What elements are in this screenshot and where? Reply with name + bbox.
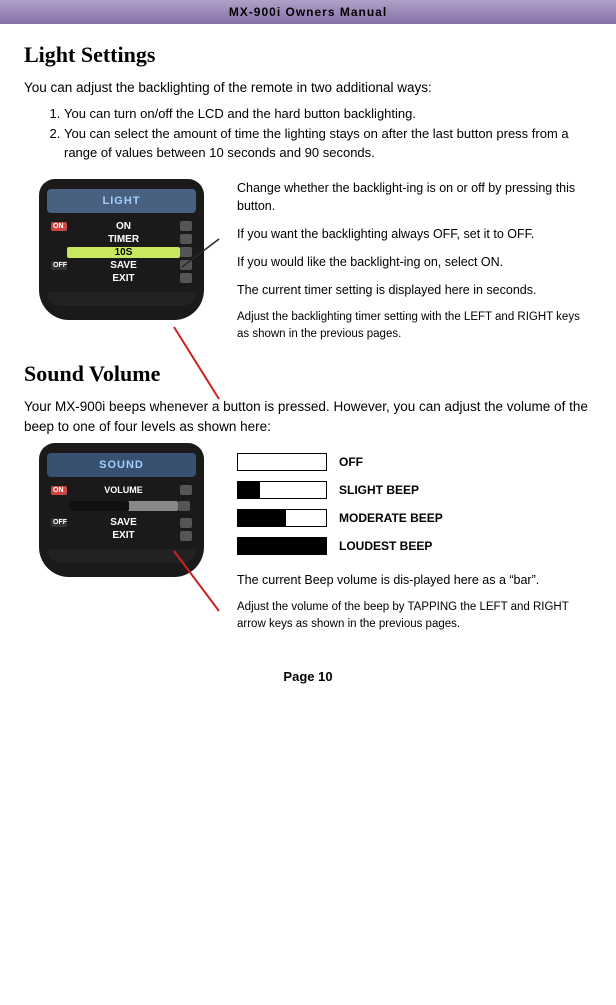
- light-annotations: Change whether the backlight-ing is on o…: [237, 179, 592, 343]
- light-menu-row-exit: EXIT: [47, 273, 196, 284]
- light-remote-device: LIGHT ON ON TIMER 10S: [39, 179, 204, 320]
- light-menu-row-10s: 10S: [47, 247, 196, 258]
- light-menu-row-timer: TIMER: [47, 234, 196, 245]
- light-btn-right-3: [180, 247, 192, 257]
- sound-menu-row-exit: EXIT: [47, 530, 196, 541]
- sound-remote-device: SOUND ON VOLUME OFF: [39, 443, 204, 577]
- volume-fill-moderate: [238, 510, 286, 526]
- light-menu-save: SAVE: [67, 260, 180, 271]
- light-intro-list: You can turn on/off the LCD and the hard…: [64, 104, 592, 163]
- volume-indicators: OFF SLIGHT BEEP MODERATE BEEP: [237, 453, 592, 555]
- light-remote-container: LIGHT ON ON TIMER 10S: [24, 179, 219, 320]
- light-menu-exit: EXIT: [67, 273, 180, 284]
- sound-off-label: OFF: [51, 518, 67, 527]
- page-number: Page 10: [283, 669, 332, 684]
- header-title: MX-900i Owners Manual: [229, 5, 387, 19]
- sound-bar-fill: [69, 501, 129, 511]
- sound-btn-right-exit: [180, 531, 192, 541]
- sound-on-label: ON: [51, 486, 67, 495]
- light-remote-bottom: [47, 292, 196, 306]
- light-settings-title: Light Settings: [24, 42, 592, 68]
- sound-btn-right-save: [180, 518, 192, 528]
- light-screen-label: LIGHT: [47, 195, 196, 207]
- light-menu-10s: 10S: [67, 247, 180, 258]
- light-annotation-5: Adjust the backlighting timer setting wi…: [237, 309, 592, 342]
- light-annotation-1: Change whether the backlight-ing is on o…: [237, 179, 592, 215]
- volume-label-loudest: LOUDEST BEEP: [339, 539, 432, 553]
- sound-screen-label: SOUND: [47, 459, 196, 471]
- volume-row-off: OFF: [237, 453, 592, 471]
- off-side-label: OFF: [51, 261, 67, 270]
- volume-row-loudest: LOUDEST BEEP: [237, 537, 592, 555]
- light-annotation-4: The current timer setting is displayed h…: [237, 281, 592, 299]
- sound-btn-right-vol: [180, 485, 192, 495]
- light-annotation-2: If you want the backlighting always OFF,…: [237, 225, 592, 243]
- sound-bar-row: [47, 499, 196, 513]
- sound-remote-container: SOUND ON VOLUME OFF: [24, 443, 219, 577]
- on-side-label: ON: [51, 222, 67, 231]
- light-menu-row-on: ON ON: [47, 221, 196, 232]
- volume-label-moderate: MODERATE BEEP: [339, 511, 443, 525]
- sound-menu-row-volume: ON VOLUME: [47, 485, 196, 495]
- sound-volume-bar: [69, 501, 178, 511]
- sound-remote-bottom: [47, 549, 196, 563]
- light-section-row: LIGHT ON ON TIMER 10S: [24, 179, 592, 343]
- sound-annotation-1: The current Beep volume is dis-played he…: [237, 571, 592, 589]
- volume-bar-slight: [237, 481, 327, 499]
- light-btn-right-4: [180, 260, 192, 270]
- volume-label-slight: SLIGHT BEEP: [339, 483, 419, 497]
- light-list-item-1: You can turn on/off the LCD and the hard…: [64, 104, 592, 124]
- sound-annotations: The current Beep volume is dis-played he…: [237, 571, 592, 632]
- sound-intro-text: Your MX-900i beeps whenever a button is …: [24, 397, 592, 438]
- sound-menu-volume: VOLUME: [67, 485, 180, 495]
- light-annotation-3: If you would like the backlight-ing on, …: [237, 253, 592, 271]
- sound-menu-save: SAVE: [67, 517, 180, 528]
- volume-bar-off: [237, 453, 327, 471]
- light-btn-right-5: [180, 273, 192, 283]
- volume-bar-loudest: [237, 537, 327, 555]
- page-footer: Page 10: [0, 657, 616, 692]
- sound-menu-row-off: OFF SAVE: [47, 517, 196, 528]
- light-menu-row-off: OFF SAVE: [47, 260, 196, 271]
- sound-menu-exit: EXIT: [67, 530, 180, 541]
- light-btn-right-1: [180, 221, 192, 231]
- sound-volume-title: Sound Volume: [24, 361, 592, 387]
- light-menu-on: ON: [67, 221, 180, 232]
- sound-section-row: SOUND ON VOLUME OFF: [24, 443, 592, 632]
- volume-fill-slight: [238, 482, 260, 498]
- content-area: Light Settings You can adjust the backli…: [0, 24, 616, 657]
- light-intro-text: You can adjust the backlighting of the r…: [24, 78, 592, 98]
- sound-annotation-2: Adjust the volume of the beep by TAPPING…: [237, 599, 592, 632]
- volume-row-slight: SLIGHT BEEP: [237, 481, 592, 499]
- volume-row-moderate: MODERATE BEEP: [237, 509, 592, 527]
- volume-bar-moderate: [237, 509, 327, 527]
- volume-fill-loudest: [238, 538, 326, 554]
- sound-right-col: OFF SLIGHT BEEP MODERATE BEEP: [237, 443, 592, 632]
- volume-label-off: OFF: [339, 455, 363, 469]
- light-menu-timer: TIMER: [67, 234, 180, 245]
- sound-remote-screen: SOUND: [47, 453, 196, 477]
- page-header: MX-900i Owners Manual: [0, 0, 616, 24]
- light-btn-right-2: [180, 234, 192, 244]
- sound-btn-right-bar: [178, 501, 190, 511]
- light-list-item-2: You can select the amount of time the li…: [64, 124, 592, 163]
- light-remote-screen: LIGHT: [47, 189, 196, 213]
